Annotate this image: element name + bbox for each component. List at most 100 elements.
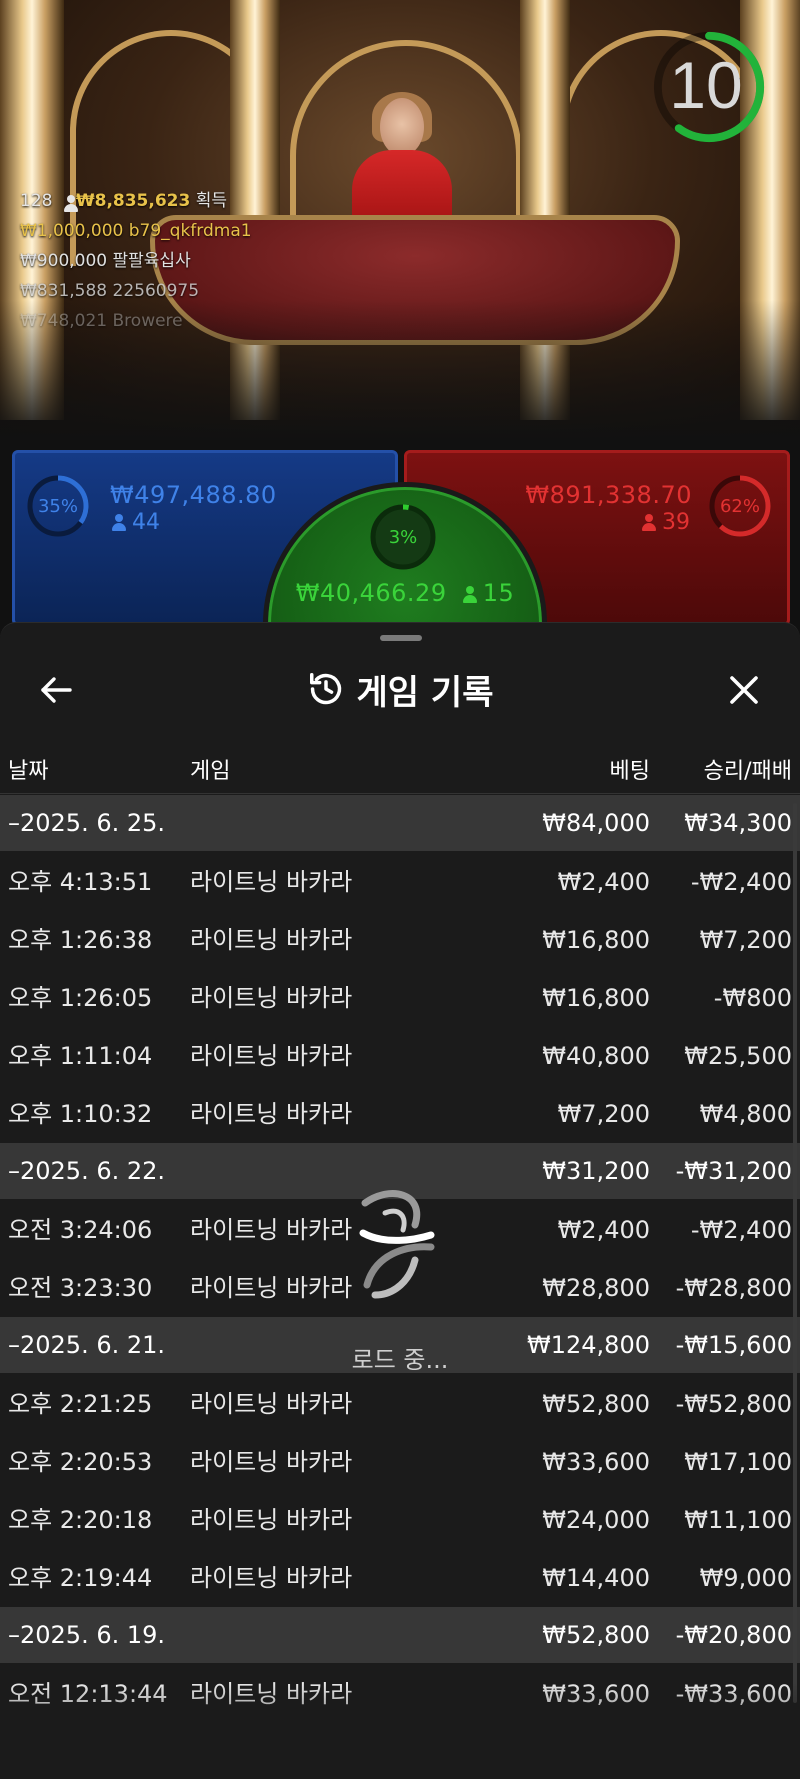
winner-row: ₩831,588 22560975 (20, 276, 252, 306)
live-video-stream: 10 128 ₩8,835,623 획득 ₩1,000,000 b79_qkfr… (0, 0, 800, 440)
row-time: 오후 2:21:25 (8, 1390, 153, 1418)
close-button[interactable] (718, 664, 770, 716)
winner-row: ₩900,000 팔팔육십사 (20, 246, 252, 276)
player-count: 44 (112, 510, 160, 535)
row-bet: ₩33,600 (542, 1448, 650, 1476)
row-result: ₩4,800 (699, 1100, 792, 1128)
row-time: 오전 12:13:44 (8, 1680, 168, 1708)
person-icon (642, 514, 656, 531)
tie-amount: ₩40,466.29 (295, 579, 447, 607)
history-row[interactable]: 오후 2:20:18 라이트닝 바카라 ₩24,000 ₩11,100 (0, 1491, 800, 1549)
group-bet-total: ₩31,200 (542, 1157, 650, 1185)
person-icon (112, 514, 126, 531)
row-game: 라이트닝 바카라 (190, 868, 353, 896)
row-result: -₩52,800 (675, 1390, 792, 1418)
row-result: ₩9,000 (699, 1564, 792, 1592)
row-bet: ₩33,600 (542, 1680, 650, 1708)
row-time: 오후 1:26:05 (8, 984, 153, 1012)
history-row[interactable]: 오후 1:26:38 라이트닝 바카라 ₩16,800 ₩7,200 (0, 911, 800, 969)
history-row[interactable]: 오후 2:19:44 라이트닝 바카라 ₩14,400 ₩9,000 (0, 1549, 800, 1607)
row-game: 라이트닝 바카라 (190, 1390, 353, 1418)
date-group-row[interactable]: –2025. 6. 25. ₩84,000 ₩34,300 (0, 795, 800, 851)
row-game: 라이트닝 바카라 (190, 1506, 353, 1534)
tie-amount-row: ₩40,466.29 15 (280, 579, 530, 607)
sheet-header: 게임 기록 (0, 658, 800, 720)
row-bet: ₩14,400 (542, 1564, 650, 1592)
banker-count-value: 39 (662, 510, 690, 535)
table-header: 날짜 게임 베팅 승리/패배 (0, 741, 800, 794)
col-date: 날짜 (8, 759, 49, 784)
row-bet: ₩7,200 (557, 1100, 650, 1128)
group-date: –2025. 6. 22. (8, 1157, 166, 1185)
winner-amount: ₩831,588 (20, 281, 108, 301)
row-time: 오전 3:24:06 (8, 1216, 153, 1244)
page-title: 게임 기록 (356, 672, 494, 713)
winner-name: 22560975 (112, 281, 200, 301)
row-bet: ₩24,000 (542, 1506, 650, 1534)
group-bet-total: ₩124,800 (527, 1331, 650, 1359)
history-row[interactable]: 오후 1:26:05 라이트닝 바카라 ₩16,800 -₩800 (0, 969, 800, 1027)
group-result-total: -₩15,600 (675, 1331, 792, 1359)
row-game: 라이트닝 바카라 (190, 1680, 353, 1708)
winner-name: Browere (112, 311, 183, 331)
group-bet-total: ₩84,000 (542, 809, 650, 837)
row-result: ₩11,100 (684, 1506, 792, 1534)
person-icon (63, 195, 78, 212)
row-game: 라이트닝 바카라 (190, 1448, 353, 1476)
player-amount: ₩497,488.80 (110, 481, 277, 509)
winner-name: b79_qkfrdma1 (128, 221, 252, 241)
winners-total: ₩8,835,623 (75, 191, 191, 211)
row-result: ₩17,100 (684, 1448, 792, 1476)
loading-text: 로드 중... (351, 1346, 449, 1374)
dealer-head (380, 98, 424, 156)
history-icon (307, 670, 345, 708)
banker-count: 39 (642, 510, 690, 535)
history-row[interactable]: 오후 4:13:51 라이트닝 바카라 ₩2,400 -₩2,400 (0, 853, 800, 911)
row-game: 라이트닝 바카라 (190, 1100, 353, 1128)
row-result: ₩7,200 (699, 926, 792, 954)
back-button[interactable] (30, 664, 82, 716)
row-bet: ₩16,800 (542, 984, 650, 1012)
row-result: -₩28,800 (675, 1274, 792, 1302)
history-row[interactable]: 오후 1:11:04 라이트닝 바카라 ₩40,800 ₩25,500 (0, 1027, 800, 1085)
row-bet: ₩2,400 (557, 868, 650, 896)
tie-count: 15 (482, 579, 515, 607)
winner-amount: ₩1,000,000 (20, 221, 124, 241)
row-game: 라이트닝 바카라 (190, 926, 353, 954)
history-row[interactable]: 오후 2:20:53 라이트닝 바카라 ₩33,600 ₩17,100 (0, 1433, 800, 1491)
title-group: 게임 기록 (0, 658, 800, 720)
sheet-drag-handle[interactable] (380, 635, 422, 641)
banker-amount: ₩891,338.70 (525, 481, 692, 509)
row-time: 오후 2:20:53 (8, 1448, 153, 1476)
col-bet: 베팅 (609, 759, 650, 784)
banker-percent: 62% (719, 496, 760, 517)
winner-amount: ₩748,021 (20, 311, 108, 331)
winners-list: 128 ₩8,835,623 획득 ₩1,000,000 b79_qkfrdma… (20, 186, 252, 336)
row-result: -₩2,400 (690, 1216, 792, 1244)
row-time: 오후 4:13:51 (8, 868, 153, 896)
group-date: –2025. 6. 25. (8, 809, 166, 837)
group-result-total: ₩34,300 (684, 809, 792, 837)
winner-row: ₩1,000,000 b79_qkfrdma1 (20, 216, 252, 246)
col-game: 게임 (190, 759, 231, 784)
winner-name: 팔팔육십사 (112, 251, 191, 271)
arrow-left-icon (39, 675, 73, 705)
history-row[interactable]: 오전 12:13:44 라이트닝 바카라 ₩33,600 -₩33,600 (0, 1665, 800, 1723)
row-time: 오후 2:19:44 (8, 1564, 153, 1592)
history-row[interactable]: 오후 2:21:25 라이트닝 바카라 ₩52,800 -₩52,800 (0, 1375, 800, 1433)
row-result: ₩25,500 (684, 1042, 792, 1070)
row-game: 라이트닝 바카라 (190, 984, 353, 1012)
group-result-total: -₩31,200 (675, 1157, 792, 1185)
scrollbar[interactable] (793, 803, 797, 1703)
player-count-value: 44 (132, 510, 160, 535)
winners-header: 128 ₩8,835,623 획득 (20, 186, 252, 216)
winner-amount: ₩900,000 (20, 251, 108, 271)
history-row[interactable]: 오후 1:10:32 라이트닝 바카라 ₩7,200 ₩4,800 (0, 1085, 800, 1143)
date-group-row[interactable]: –2025. 6. 19. ₩52,800 -₩20,800 (0, 1607, 800, 1663)
loading-spinner-icon (359, 1190, 435, 1299)
row-time: 오후 1:26:38 (8, 926, 153, 954)
winner-row: ₩748,021 Browere (20, 306, 252, 336)
row-bet: ₩16,800 (542, 926, 650, 954)
row-result: -₩800 (713, 984, 792, 1012)
row-result: -₩2,400 (690, 868, 792, 896)
